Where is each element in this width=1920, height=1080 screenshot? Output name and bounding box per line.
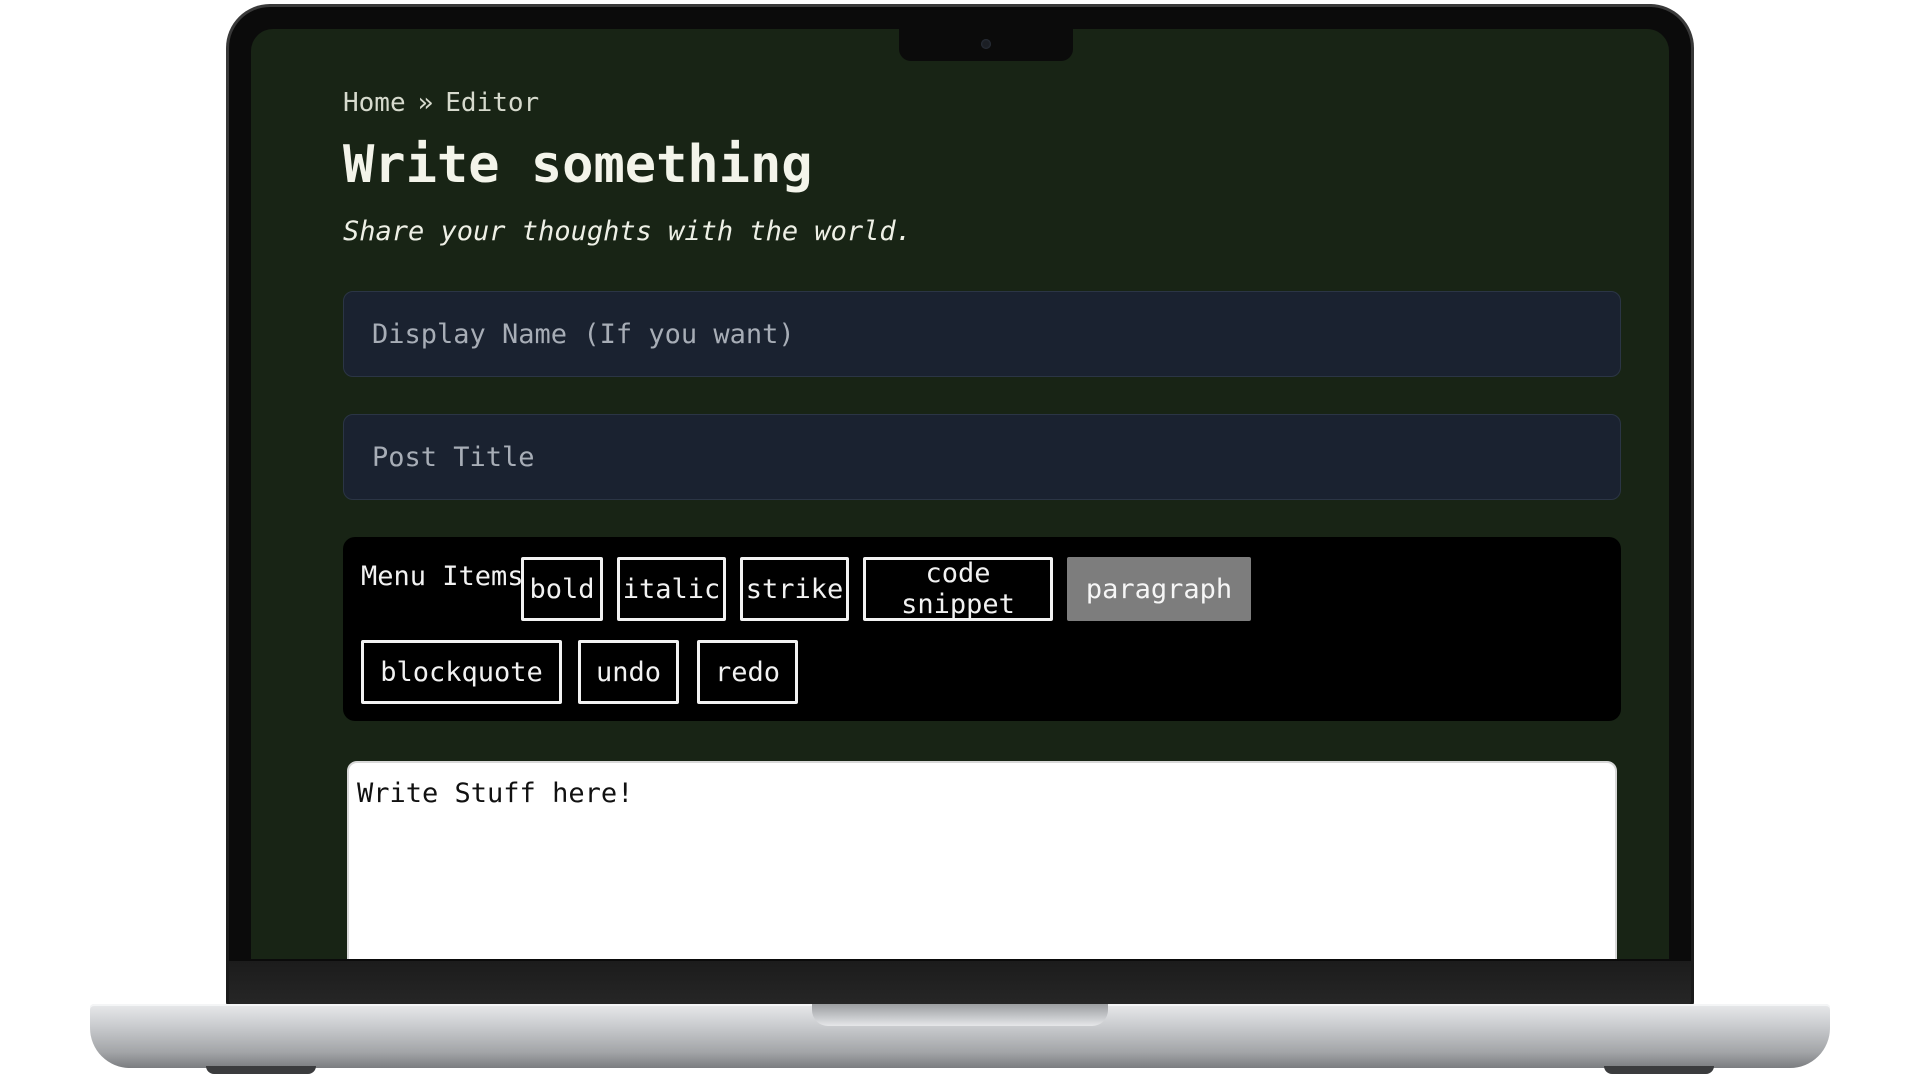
- code-snippet-button[interactable]: code snippet: [863, 557, 1053, 621]
- content-editor[interactable]: Write Stuff here!: [347, 761, 1617, 959]
- breadcrumb-current: Editor: [445, 88, 540, 118]
- page-title: Write something: [343, 135, 813, 195]
- screen-chin: [229, 961, 1691, 1005]
- editor-page: Home » Editor Write something Share your t…: [343, 85, 1621, 959]
- undo-button[interactable]: undo: [578, 640, 679, 704]
- redo-button[interactable]: redo: [697, 640, 798, 704]
- breadcrumb-home-link[interactable]: Home: [343, 88, 406, 118]
- laptop-base: [90, 1004, 1830, 1068]
- camera-icon: [981, 39, 991, 49]
- display-name-input[interactable]: [343, 291, 1621, 377]
- blockquote-button[interactable]: blockquote: [361, 640, 562, 704]
- trackpad-notch: [812, 1004, 1108, 1026]
- laptop-foot-right: [1604, 1066, 1714, 1074]
- laptop-lid: Home » Editor Write something Share your t…: [226, 4, 1694, 1008]
- post-title-input[interactable]: [343, 414, 1621, 500]
- bold-button[interactable]: bold: [521, 557, 603, 621]
- page-subtitle: Share your thoughts with the world.: [343, 216, 912, 247]
- editor-text: Write Stuff here!: [357, 778, 634, 809]
- laptop-mockup-scene: Home » Editor Write something Share your t…: [0, 0, 1920, 1080]
- laptop-bezel: Home » Editor Write something Share your t…: [229, 7, 1691, 1005]
- camera-notch: [899, 29, 1073, 61]
- strike-button[interactable]: strike: [740, 557, 849, 621]
- laptop-foot-left: [206, 1066, 316, 1074]
- italic-button[interactable]: italic: [617, 557, 726, 621]
- breadcrumb-separator: »: [417, 88, 434, 118]
- formatting-menu: Menu Items: bold italic strike code snip…: [343, 537, 1621, 721]
- laptop-screen: Home » Editor Write something Share your t…: [251, 29, 1669, 959]
- breadcrumb: Home » Editor: [343, 85, 1621, 121]
- menu-label: Menu Items:: [361, 561, 540, 592]
- paragraph-button[interactable]: paragraph: [1067, 557, 1251, 621]
